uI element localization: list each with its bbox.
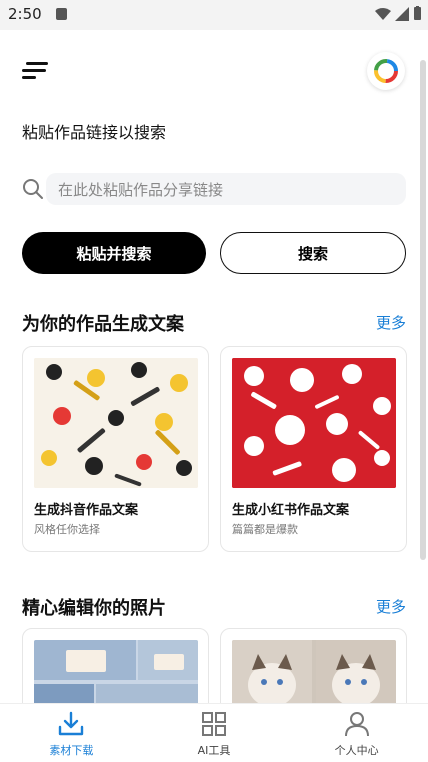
nav-item-ai-tools[interactable]: AI工具 [143, 704, 286, 762]
card-subtitle: 风格任你选择 [34, 523, 100, 536]
menu-icon[interactable] [22, 60, 48, 80]
card-subtitle: 篇篇都是爆款 [232, 523, 298, 536]
status-time: 2:50 [8, 5, 42, 23]
user-icon [344, 712, 369, 737]
emoji-pattern-illustration [34, 358, 198, 488]
card-xiaohongshu-copy[interactable]: 生成小红书作品文案 篇篇都是爆款 [220, 346, 407, 552]
paste-search-button[interactable]: 粘贴并搜索 [22, 232, 206, 274]
section-title-photo-edit: 精心编辑你的照片 [22, 598, 166, 619]
card-title: 生成小红书作品文案 [232, 503, 350, 518]
emoji-pattern-illustration [232, 358, 396, 488]
nav-label: AI工具 [197, 744, 231, 757]
app-logo-icon [374, 59, 398, 83]
app-screen: 2:50 粘贴作品链接以搜索 在此处粘贴作品分享链接 粘贴并搜索 搜索 为你的作… [0, 0, 428, 762]
download-icon [59, 711, 84, 736]
notification-icon [56, 8, 67, 20]
search-icon [23, 179, 43, 199]
bottom-nav: 素材下载 AI工具 个人中心 [0, 703, 428, 762]
battery-icon [414, 6, 421, 20]
nav-label: 素材下载 [49, 744, 94, 757]
search-input[interactable]: 在此处粘贴作品分享链接 [46, 173, 406, 205]
search-placeholder: 在此处粘贴作品分享链接 [58, 180, 224, 199]
status-bar: 2:50 [0, 0, 428, 30]
status-icons [375, 6, 422, 21]
section-title-copywriting: 为你的作品生成文案 [22, 314, 184, 335]
card-image [232, 358, 396, 488]
nav-label: 个人中心 [334, 744, 379, 757]
nav-item-download[interactable]: 素材下载 [0, 704, 143, 762]
section-more-copywriting[interactable]: 更多 [376, 312, 406, 333]
search-button[interactable]: 搜索 [220, 232, 406, 274]
grid-icon [202, 712, 226, 736]
nav-item-profile[interactable]: 个人中心 [285, 704, 428, 762]
card-douyin-copy[interactable]: 生成抖音作品文案 风格任你选择 [22, 346, 209, 552]
card-title: 生成抖音作品文案 [34, 503, 139, 518]
scrollbar[interactable] [420, 60, 426, 560]
wifi-icon [375, 7, 391, 20]
section-more-photo-edit[interactable]: 更多 [376, 596, 406, 617]
app-logo-button[interactable] [367, 52, 405, 90]
page-title: 粘贴作品链接以搜索 [22, 123, 167, 142]
signal-icon [395, 6, 409, 21]
card-image [34, 358, 198, 488]
